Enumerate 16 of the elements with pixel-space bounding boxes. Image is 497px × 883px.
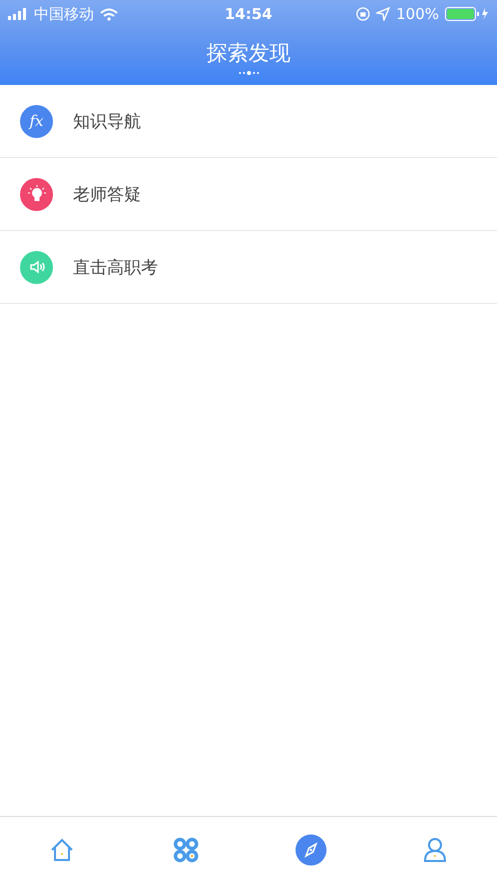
compass-icon[interactable] bbox=[292, 832, 329, 868]
menu-item[interactable]: fx 知识导航 bbox=[0, 85, 497, 158]
carrier-name: 中国移动 bbox=[34, 4, 94, 24]
menu-item[interactable]: 老师答疑 bbox=[0, 158, 497, 231]
page-title: 探索发现 bbox=[206, 40, 290, 66]
speaker-icon bbox=[20, 250, 53, 284]
menu-item[interactable]: 直击高职考 bbox=[0, 231, 497, 304]
location-icon bbox=[376, 7, 390, 21]
wifi-icon bbox=[100, 8, 118, 20]
status-time: 14:54 bbox=[224, 5, 272, 23]
lightbulb-icon bbox=[20, 178, 53, 210]
battery-percentage: 100% bbox=[396, 5, 439, 23]
page-dot[interactable] bbox=[246, 70, 250, 74]
rotation-lock-icon bbox=[356, 7, 370, 21]
signal-icon bbox=[8, 8, 28, 20]
formula-icon: fx bbox=[20, 104, 53, 138]
